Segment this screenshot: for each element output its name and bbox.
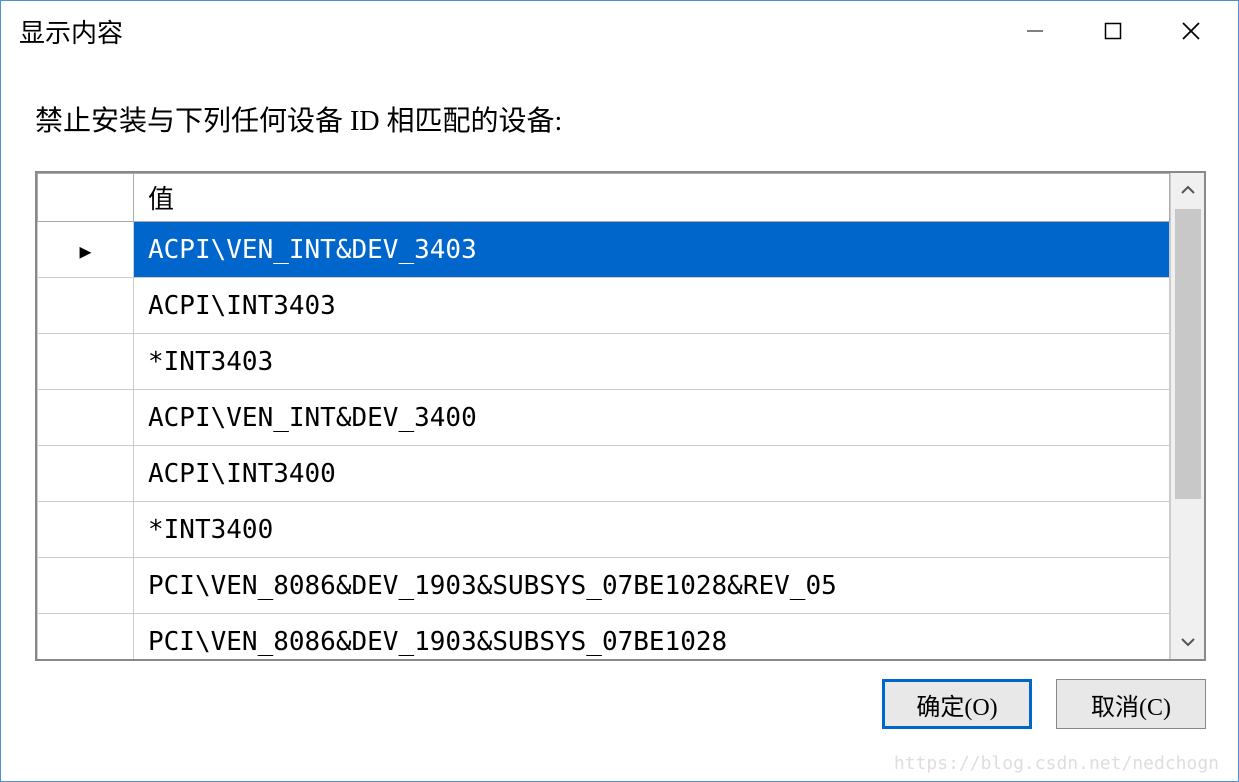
vertical-scrollbar[interactable] [1170, 173, 1204, 659]
scroll-down-button[interactable] [1171, 625, 1204, 659]
table-row[interactable]: PCI\VEN_8086&DEV_1903&SUBSYS_07BE1028&RE… [38, 558, 1170, 614]
table-row[interactable]: ACPI\INT3400 [38, 446, 1170, 502]
row-value[interactable]: *INT3403 [134, 334, 1170, 390]
instruction-label: 禁止安装与下列任何设备 ID 相匹配的设备: [35, 99, 1206, 139]
row-indicator[interactable] [38, 278, 134, 334]
window-controls [996, 7, 1230, 55]
row-value[interactable]: PCI\VEN_8086&DEV_1903&SUBSYS_07BE1028 [134, 614, 1170, 660]
row-value[interactable]: ACPI\VEN_INT&DEV_3400 [134, 390, 1170, 446]
chevron-down-icon [1180, 634, 1196, 650]
close-icon [1181, 21, 1201, 41]
table-row[interactable]: ACPI\VEN_INT&DEV_3400 [38, 390, 1170, 446]
row-value[interactable]: ACPI\INT3403 [134, 278, 1170, 334]
grid-header-indicator[interactable] [38, 174, 134, 222]
row-indicator[interactable]: ▶ [38, 222, 134, 278]
watermark-text: https://blog.csdn.net/nedchogn [894, 753, 1219, 774]
device-id-grid: 值 ▶ACPI\VEN_INT&DEV_3403ACPI\INT3403*INT… [35, 171, 1206, 661]
dialog-buttons: 确定(O) 取消(C) [1, 661, 1238, 729]
row-value[interactable]: PCI\VEN_8086&DEV_1903&SUBSYS_07BE1028&RE… [134, 558, 1170, 614]
window-title: 显示内容 [19, 13, 996, 50]
close-button[interactable] [1152, 7, 1230, 55]
table-row[interactable]: PCI\VEN_8086&DEV_1903&SUBSYS_07BE1028 [38, 614, 1170, 660]
row-indicator[interactable] [38, 558, 134, 614]
table-row[interactable]: *INT3403 [38, 334, 1170, 390]
maximize-button[interactable] [1074, 7, 1152, 55]
row-value[interactable]: ACPI\INT3400 [134, 446, 1170, 502]
row-indicator[interactable] [38, 502, 134, 558]
grid-header-row: 值 [38, 174, 1170, 222]
row-indicator[interactable] [38, 334, 134, 390]
row-indicator[interactable] [38, 446, 134, 502]
grid-body[interactable]: 值 ▶ACPI\VEN_INT&DEV_3403ACPI\INT3403*INT… [37, 173, 1170, 659]
table-row[interactable]: ACPI\INT3403 [38, 278, 1170, 334]
content-area: 禁止安装与下列任何设备 ID 相匹配的设备: 值 ▶ ACPI\VEN_INT&D… [1, 61, 1238, 661]
chevron-up-icon [1180, 182, 1196, 198]
row-indicator[interactable] [38, 390, 134, 446]
cancel-button[interactable]: 取消(C) [1056, 679, 1206, 729]
row-value[interactable]: *INT3400 [134, 502, 1170, 558]
titlebar: 显示内容 [1, 1, 1238, 61]
minimize-button[interactable] [996, 7, 1074, 55]
scroll-thumb[interactable] [1175, 209, 1201, 499]
current-row-arrow-icon: ▶ [79, 239, 91, 263]
scroll-up-button[interactable] [1171, 173, 1204, 207]
minimize-icon [1026, 22, 1044, 40]
ok-button[interactable]: 确定(O) [882, 679, 1032, 729]
table-row[interactable]: *INT3400 [38, 502, 1170, 558]
row-indicator[interactable] [38, 614, 134, 660]
grid-header-value[interactable]: 值 [134, 174, 1170, 222]
row-value[interactable]: ACPI\VEN_INT&DEV_3403 [134, 222, 1170, 278]
grid-table: 值 ▶ACPI\VEN_INT&DEV_3403ACPI\INT3403*INT… [37, 173, 1170, 659]
table-row[interactable]: ▶ ACPI\VEN_INT&DEV_3403 [38, 222, 1170, 278]
maximize-icon [1104, 22, 1122, 40]
